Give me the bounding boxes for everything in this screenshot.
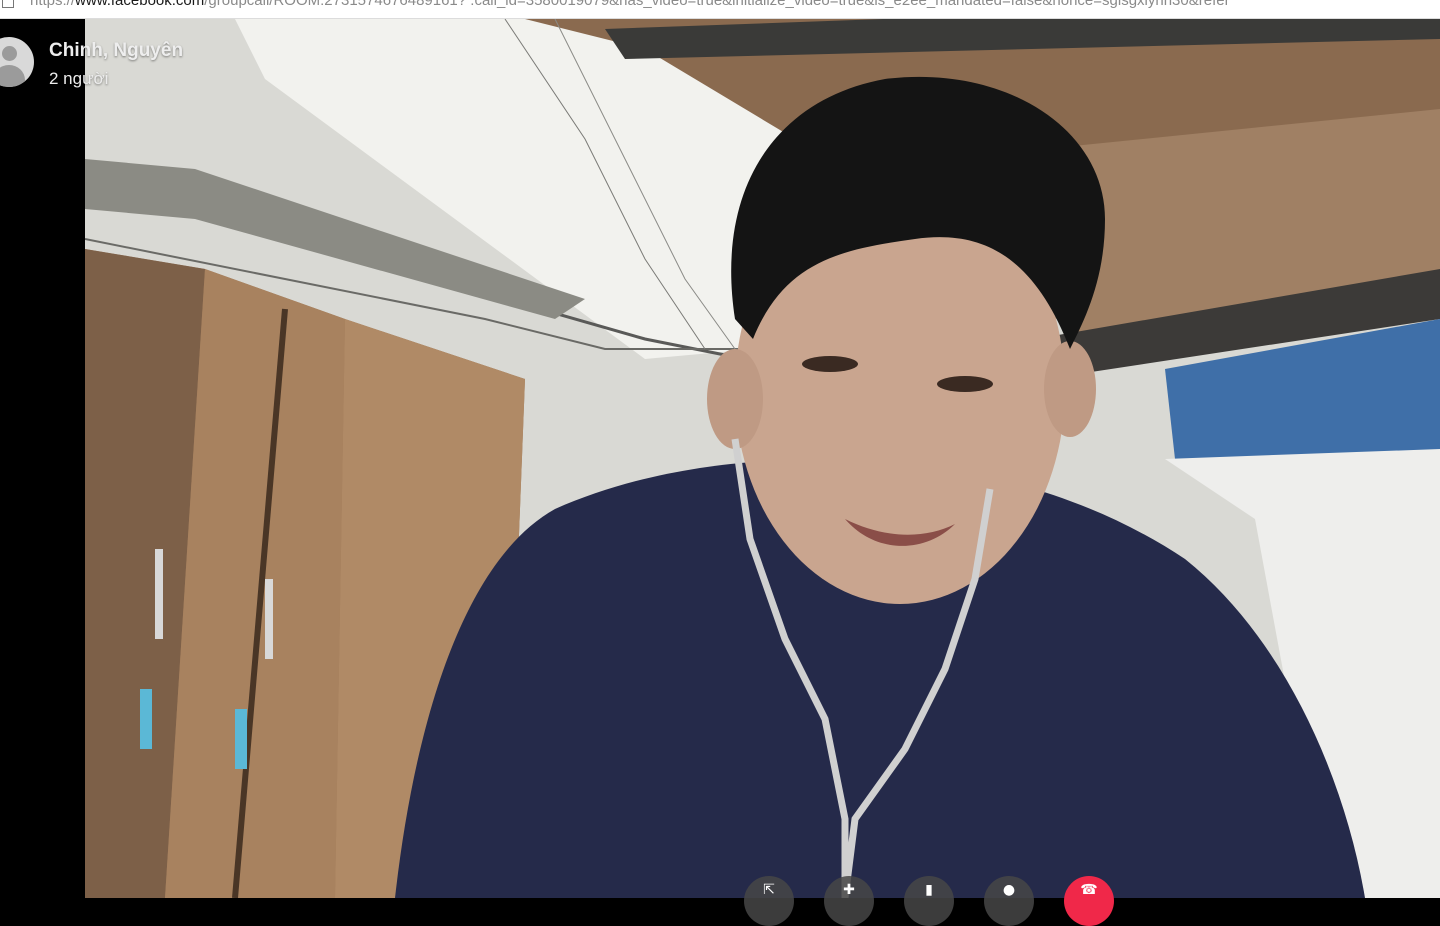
end-call-button[interactable]: ☎ [1064,876,1114,926]
add-person-icon: ✚ [843,882,855,898]
microphone-icon: ● [1002,882,1016,898]
camera-button[interactable]: ▮ [904,876,954,926]
screen-share-icon: ⇱ [763,882,775,898]
url-text[interactable]: https://www.facebook.com/groupcall/ROOM:… [30,0,1230,8]
microphone-button[interactable]: ● [984,876,1034,926]
avatar-body [0,65,25,87]
participant-count: 2 người [49,69,109,88]
add-person-button[interactable]: ✚ [824,876,874,926]
screen-share-button[interactable]: ⇱ [744,876,794,926]
camera-icon: ▮ [925,882,933,898]
browser-url-bar[interactable]: https://www.facebook.com/groupcall/ROOM:… [0,0,1440,19]
end-call-icon: ☎ [1080,882,1098,898]
remote-video-feed [85,19,1440,898]
caller-name: Chinh, Nguyên [49,40,184,61]
avatar-head [2,46,17,61]
call-stage: Chinh, Nguyên 2 người [0,19,1440,898]
avatar [0,37,34,87]
video-frame [85,19,1440,898]
page-icon [2,0,14,8]
